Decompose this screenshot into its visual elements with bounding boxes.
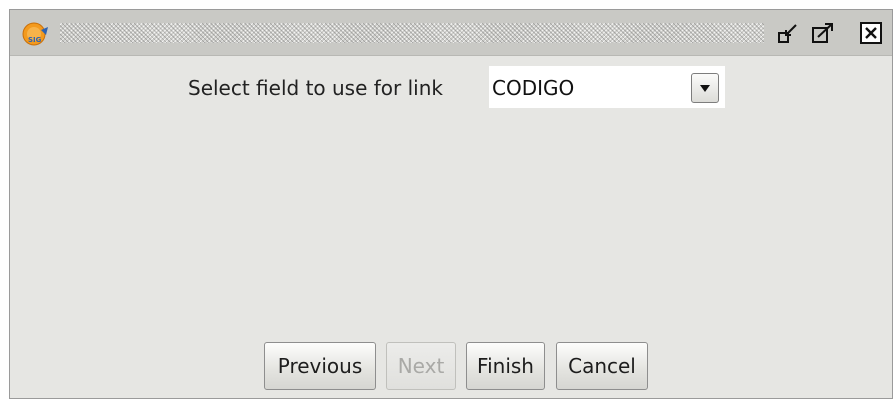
minimize-icon[interactable]: [778, 22, 800, 44]
chevron-down-icon: [700, 85, 710, 92]
next-button[interactable]: Next: [386, 342, 456, 390]
link-field-label: Select field to use for link: [188, 76, 443, 100]
dropdown-arrow-button[interactable]: [691, 73, 719, 103]
link-wizard-window: SIG Select field to use for link CODIGO …: [9, 9, 893, 399]
close-icon[interactable]: [860, 22, 882, 44]
link-field-select[interactable]: CODIGO: [489, 66, 725, 108]
maximize-icon[interactable]: [812, 22, 834, 44]
finish-button[interactable]: Finish: [466, 342, 545, 390]
link-field-row: Select field to use for link CODIGO: [10, 66, 892, 110]
title-bar[interactable]: SIG: [10, 10, 892, 56]
link-field-selected-value: CODIGO: [492, 76, 575, 100]
previous-button[interactable]: Previous: [264, 342, 376, 390]
cancel-button[interactable]: Cancel: [556, 342, 648, 390]
title-bar-grip[interactable]: [60, 23, 764, 43]
gvsig-logo-icon: SIG: [19, 21, 49, 47]
svg-text:SIG: SIG: [28, 36, 42, 44]
